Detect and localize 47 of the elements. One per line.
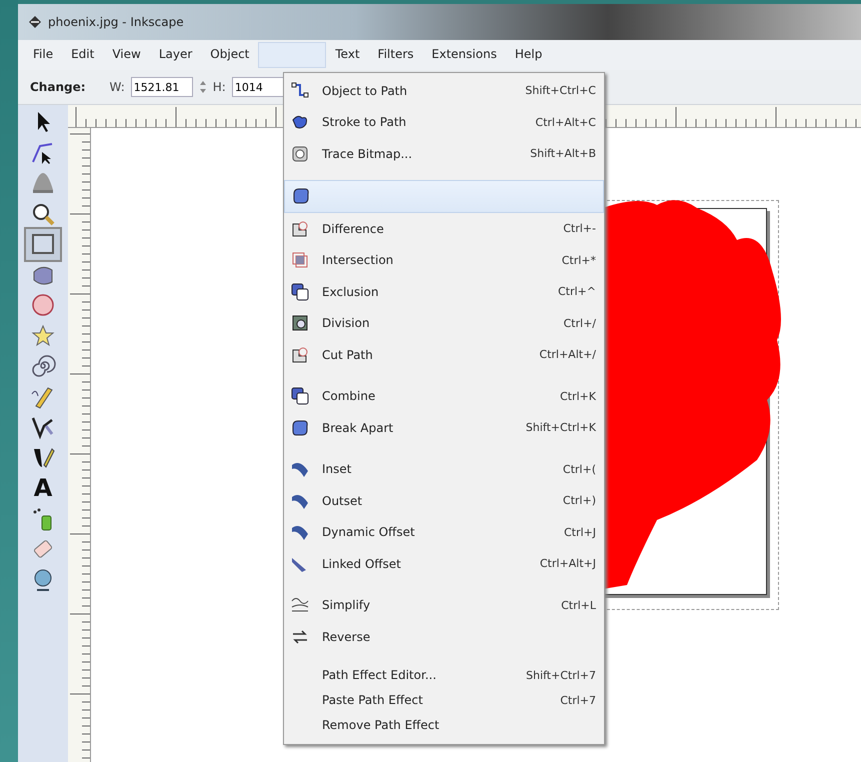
difference-icon [290, 218, 310, 239]
menu-entry[interactable]: Cut Path Ctrl+Alt+/ [284, 339, 604, 370]
menu-item[interactable]: Object [201, 43, 258, 67]
menu-entry[interactable]: Combine Ctrl+K [284, 380, 604, 412]
menu-entry[interactable]: Simplify Ctrl+L [284, 590, 604, 621]
menu-entry[interactable]: Intersection Ctrl+* [284, 244, 604, 276]
menu-entry[interactable]: Break Apart Shift+Ctrl+K [284, 412, 604, 444]
division-icon [290, 313, 310, 334]
menu-entry[interactable]: Exclusion Ctrl+^ [284, 276, 604, 308]
spiral-icon [30, 353, 56, 380]
app-icon [28, 15, 42, 29]
exclusion-icon [290, 282, 310, 302]
toolbar-label: Change: [30, 80, 86, 94]
menu-item[interactable]: Edit [62, 43, 104, 67]
star-icon [30, 322, 56, 349]
difference-icon [290, 344, 310, 365]
menu-entry[interactable]: Path Effect Editor... Shift+Ctrl+7 [284, 662, 604, 688]
menu-item[interactable]: File [24, 43, 62, 67]
width-field[interactable]: 1521.81 [130, 77, 193, 97]
intersection-icon [290, 250, 310, 270]
menu-item[interactable]: Extensions [422, 43, 506, 67]
menu-entry[interactable]: Remove Path Effect [284, 712, 604, 738]
menu-entry[interactable]: Division Ctrl+/ [284, 308, 604, 339]
union-icon [290, 418, 310, 438]
menu-entry[interactable]: Difference Ctrl+- [284, 213, 604, 244]
menu-item[interactable]: View [103, 43, 150, 67]
menu-entry[interactable]: Dynamic Offset Ctrl+J [284, 516, 604, 548]
menu-entry[interactable]: Reverse [284, 621, 604, 652]
trace-icon [290, 144, 310, 164]
width-label: W: [110, 80, 125, 94]
spinner-icon[interactable] [198, 80, 207, 94]
menu-entry[interactable]: Trace Bitmap... Shift+Alt+B [284, 138, 604, 170]
menu-entry[interactable]: Outset Ctrl+) [284, 485, 604, 516]
menu-item[interactable]: Text [326, 43, 369, 67]
window-title: phoenix.jpg - Inkscape [48, 15, 184, 29]
menu-item[interactable]: Filters [368, 43, 423, 67]
menu-item[interactable]: Help [506, 43, 552, 67]
menu-entry[interactable]: Inset Ctrl+( [284, 454, 604, 485]
menu-entry[interactable]: Paste Path Effect Ctrl+7 [284, 688, 604, 712]
exclusion-icon [290, 386, 310, 406]
ellipse-icon [30, 292, 56, 318]
union-icon [291, 186, 311, 206]
menu-entry[interactable]: Stroke to Path Ctrl+Alt+C [284, 106, 604, 138]
menu-item[interactable]: Layer [150, 43, 202, 67]
tool-button[interactable]: A [26, 473, 60, 504]
height-label: H: [212, 80, 226, 94]
menu-entry[interactable]: Linked Offset Ctrl+Alt+J [284, 548, 604, 580]
